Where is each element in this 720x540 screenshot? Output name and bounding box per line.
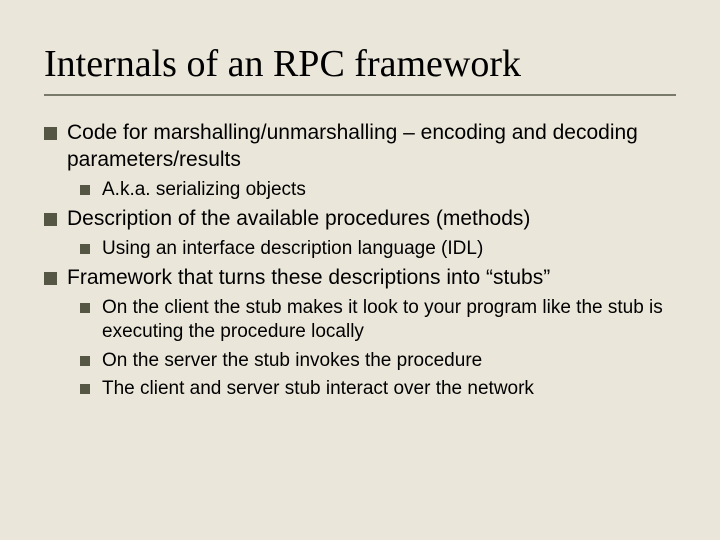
square-bullet-icon [80, 185, 90, 195]
square-bullet-icon [44, 272, 57, 285]
sub-bullet-text: A.k.a. serializing objects [102, 178, 676, 202]
bullet-item: Framework that turns these descriptions … [44, 265, 676, 292]
bullet-item: Code for marshalling/unmarshalling – enc… [44, 120, 676, 174]
square-bullet-icon [80, 303, 90, 313]
title-rule [44, 94, 676, 96]
sub-bullet-item: On the server the stub invokes the proce… [80, 349, 676, 373]
square-bullet-icon [80, 356, 90, 366]
square-bullet-icon [44, 127, 57, 140]
bullet-text: Code for marshalling/unmarshalling – enc… [67, 120, 676, 174]
slide: Internals of an RPC framework Code for m… [0, 0, 720, 540]
sub-bullet-item: On the client the stub makes it look to … [80, 296, 676, 345]
sub-bullet-text: The client and server stub interact over… [102, 377, 676, 401]
bullet-text: Framework that turns these descriptions … [67, 265, 676, 292]
square-bullet-icon [80, 384, 90, 394]
sub-bullet-item: The client and server stub interact over… [80, 377, 676, 401]
sub-bullet-text: On the server the stub invokes the proce… [102, 349, 676, 373]
slide-title: Internals of an RPC framework [44, 42, 676, 86]
square-bullet-icon [80, 244, 90, 254]
sub-bullet-item: Using an interface description language … [80, 237, 676, 261]
sub-bullet-text: On the client the stub makes it look to … [102, 296, 676, 345]
bullet-text: Description of the available procedures … [67, 206, 676, 233]
square-bullet-icon [44, 213, 57, 226]
bullet-item: Description of the available procedures … [44, 206, 676, 233]
sub-bullet-item: A.k.a. serializing objects [80, 178, 676, 202]
slide-content: Code for marshalling/unmarshalling – enc… [44, 120, 676, 401]
sub-bullet-text: Using an interface description language … [102, 237, 676, 261]
